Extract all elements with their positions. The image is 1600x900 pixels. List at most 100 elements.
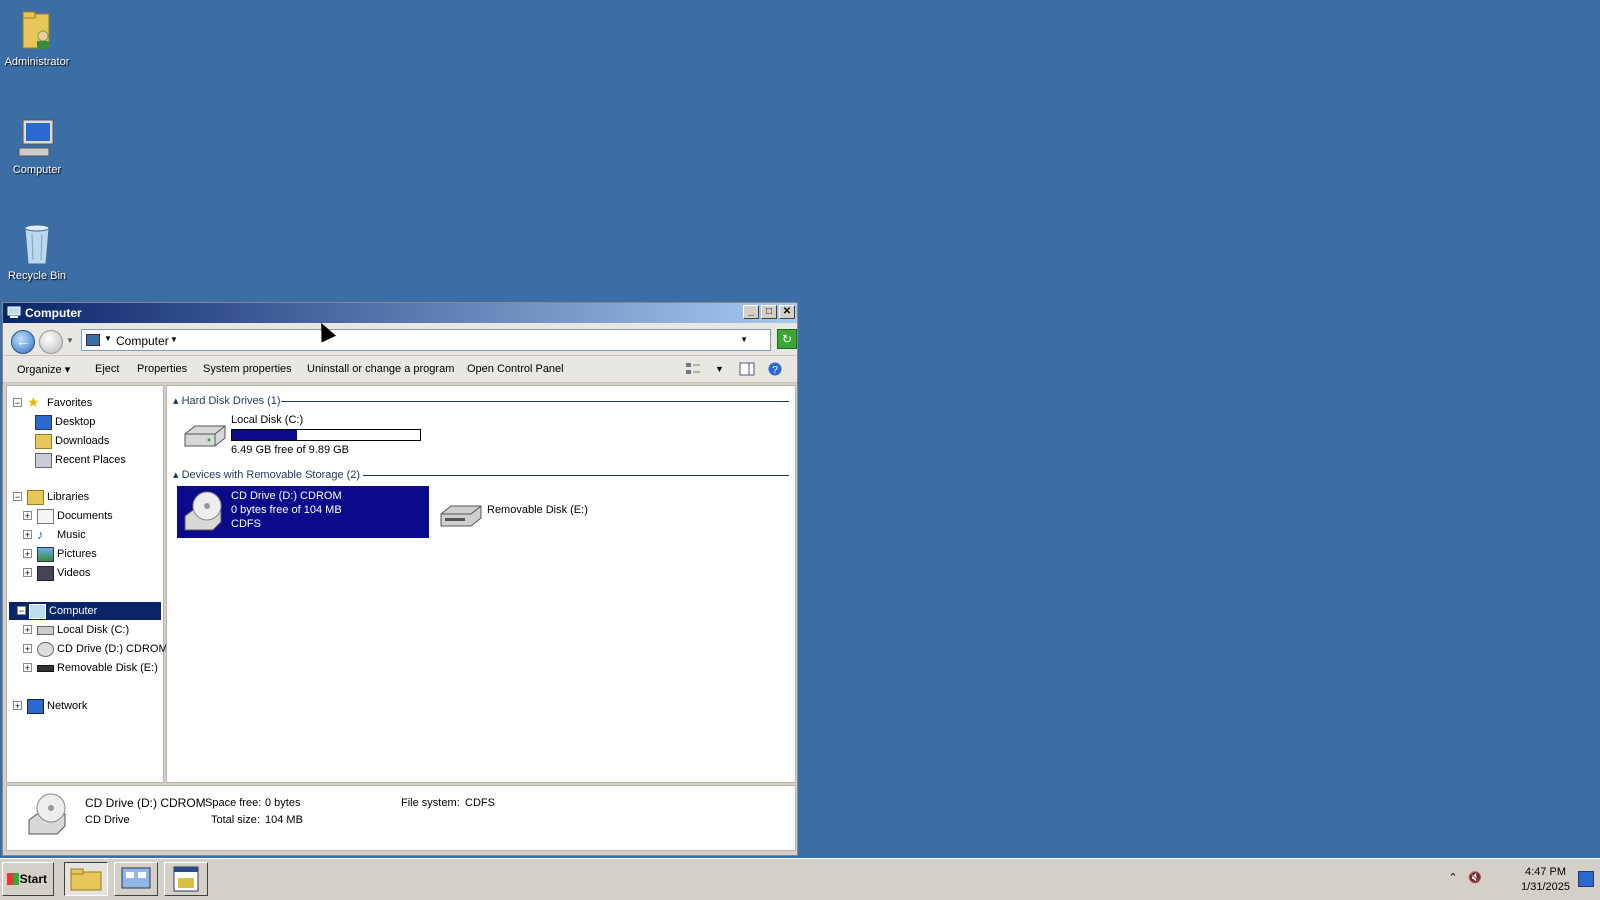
minimize-button[interactable]: _ [743, 305, 759, 319]
drive-local-disk-c[interactable]: Local Disk (C:) 6.49 GB free of 9.89 GB [177, 414, 427, 458]
tree-label: Downloads [55, 435, 110, 447]
command-bar: Organize ▾ Eject Properties System prope… [3, 355, 797, 383]
uninstall-button[interactable]: Uninstall or change a program [307, 363, 454, 375]
back-button[interactable]: ← [11, 330, 35, 354]
collapse-icon[interactable]: − [13, 492, 22, 502]
show-hidden-icons-icon[interactable]: ⌃ [1446, 871, 1460, 885]
title-bar[interactable]: Computer _ □ ✕ [3, 303, 797, 323]
address-input[interactable]: ▼ Computer ▼ ▼ [81, 329, 771, 351]
group-divider [281, 401, 789, 402]
drive-name: Local Disk (C:) [231, 414, 304, 426]
view-dropdown-icon[interactable]: ▼ [715, 364, 724, 374]
chevron-down-icon[interactable]: ▼ [170, 335, 178, 344]
organize-label: Organize [17, 364, 62, 376]
expand-icon[interactable]: + [23, 549, 32, 559]
details-type: CD Drive [85, 814, 130, 826]
organize-button[interactable]: Organize ▾ [17, 363, 70, 376]
desktop-icon-computer[interactable]: Computer [0, 116, 74, 176]
drive-cd-drive-d[interactable]: CD Drive (D:) CDROM 0 bytes free of 104 … [177, 486, 429, 538]
tree-label: Libraries [47, 491, 90, 503]
tree-label: Music [57, 529, 86, 541]
tree-label: CD Drive (D:) CDROM [57, 643, 168, 655]
maximize-button[interactable]: □ [761, 305, 777, 319]
expand-icon[interactable]: + [23, 530, 32, 540]
computer-icon [29, 604, 46, 619]
group-header-removable[interactable]: ▴ Devices with Removable Storage (2) [173, 468, 360, 481]
collapse-icon[interactable]: − [17, 606, 26, 616]
group-divider [363, 475, 789, 476]
group-header-hard-disks[interactable]: ▴ Hard Disk Drives (1) [173, 394, 281, 407]
details-total-size: 104 MB [265, 814, 303, 826]
desktop-icon [35, 415, 52, 430]
libraries-icon [27, 490, 44, 505]
clock-date: 1/31/2025 [1521, 881, 1570, 893]
desktop-icon-label: Administrator [4, 56, 70, 68]
show-desktop-icon[interactable] [1578, 871, 1594, 887]
tree-label: Removable Disk (E:) [57, 662, 158, 674]
downloads-folder-icon [35, 434, 52, 449]
drive-name: CD Drive (D:) CDROM [231, 490, 342, 502]
address-dropdown-icon[interactable]: ▼ [740, 335, 748, 344]
folder-icon [70, 868, 102, 891]
expand-icon[interactable]: + [23, 644, 32, 654]
help-icon[interactable]: ? [767, 362, 783, 376]
breadcrumb-computer[interactable]: Computer [116, 334, 169, 348]
network-icon [27, 699, 44, 714]
expand-icon[interactable]: + [23, 663, 32, 673]
expand-icon[interactable]: + [23, 568, 32, 578]
system-clock[interactable]: 4:47 PM 1/31/2025 [1521, 865, 1570, 895]
hard-drive-icon [184, 425, 226, 447]
tree-label: Recent Places [55, 454, 126, 466]
pictures-icon [37, 547, 54, 562]
drive-removable-disk-e[interactable]: Removable Disk (E:) [433, 496, 633, 532]
volume-muted-icon[interactable]: 🔇 [1468, 871, 1482, 885]
disk-usage-fill [232, 430, 297, 440]
history-dropdown-icon[interactable]: ▼ [66, 336, 74, 345]
cd-drive-icon [184, 491, 222, 531]
desktop-icon-administrator[interactable]: Administrator [0, 8, 74, 68]
preview-pane-icon[interactable] [739, 362, 755, 376]
expand-icon[interactable]: + [23, 511, 32, 521]
details-space-free-label: Space free: [205, 797, 262, 809]
window-title: Computer [25, 306, 82, 320]
group-header-label: Hard Disk Drives (1) [181, 395, 281, 407]
close-button[interactable]: ✕ [779, 305, 795, 319]
eject-button[interactable]: Eject [95, 363, 119, 375]
desktop-icon-label: Computer [12, 164, 62, 176]
drive-file-system: CDFS [231, 518, 261, 530]
chevron-down-icon[interactable]: ▼ [104, 334, 112, 343]
open-control-panel-button[interactable]: Open Control Panel [467, 363, 564, 375]
system-properties-button[interactable]: System properties [203, 363, 292, 375]
tree-label: Videos [57, 567, 91, 579]
tree-label: Documents [57, 510, 113, 522]
desktop-icon-recycle-bin[interactable]: Recycle Bin [0, 222, 74, 282]
star-icon: ★ [27, 394, 40, 410]
details-pane: CD Drive (D:) CDROM CD Drive Space free:… [6, 785, 796, 851]
view-options-icon[interactable] [685, 362, 701, 376]
removable-disk-icon [37, 665, 54, 672]
expand-icon[interactable]: + [23, 625, 32, 635]
start-button[interactable]: Start [2, 862, 54, 896]
details-fs: CDFS [465, 797, 495, 809]
taskbar-server-manager-button[interactable] [114, 862, 158, 896]
removable-disk-icon [440, 505, 482, 527]
forward-button[interactable] [39, 330, 63, 354]
navigation-pane: − ★ Favorites Desktop Downloads Recent P… [6, 385, 168, 783]
details-name: CD Drive (D:) CDROM [85, 796, 206, 810]
clock-time: 4:47 PM [1525, 866, 1567, 878]
windows-logo-icon [7, 873, 19, 885]
taskbar-explorer-button[interactable] [64, 862, 108, 896]
tree-item-favorites[interactable]: − ★ Favorites [13, 394, 161, 412]
tree-label: Favorites [47, 397, 93, 409]
disk-usage-bar [231, 429, 421, 441]
properties-button[interactable]: Properties [137, 363, 187, 375]
tree-item-computer[interactable]: − Computer [9, 602, 161, 620]
expand-icon[interactable]: + [13, 701, 22, 711]
drive-free-space: 6.49 GB free of 9.89 GB [231, 444, 350, 456]
refresh-button[interactable]: ↻ [777, 329, 797, 349]
collapse-icon[interactable]: − [13, 398, 22, 408]
cd-drive-icon [28, 793, 66, 835]
drive-free-space: 0 bytes free of 104 MB [231, 504, 342, 516]
taskbar-app-button[interactable] [164, 862, 208, 896]
documents-icon [37, 509, 54, 524]
